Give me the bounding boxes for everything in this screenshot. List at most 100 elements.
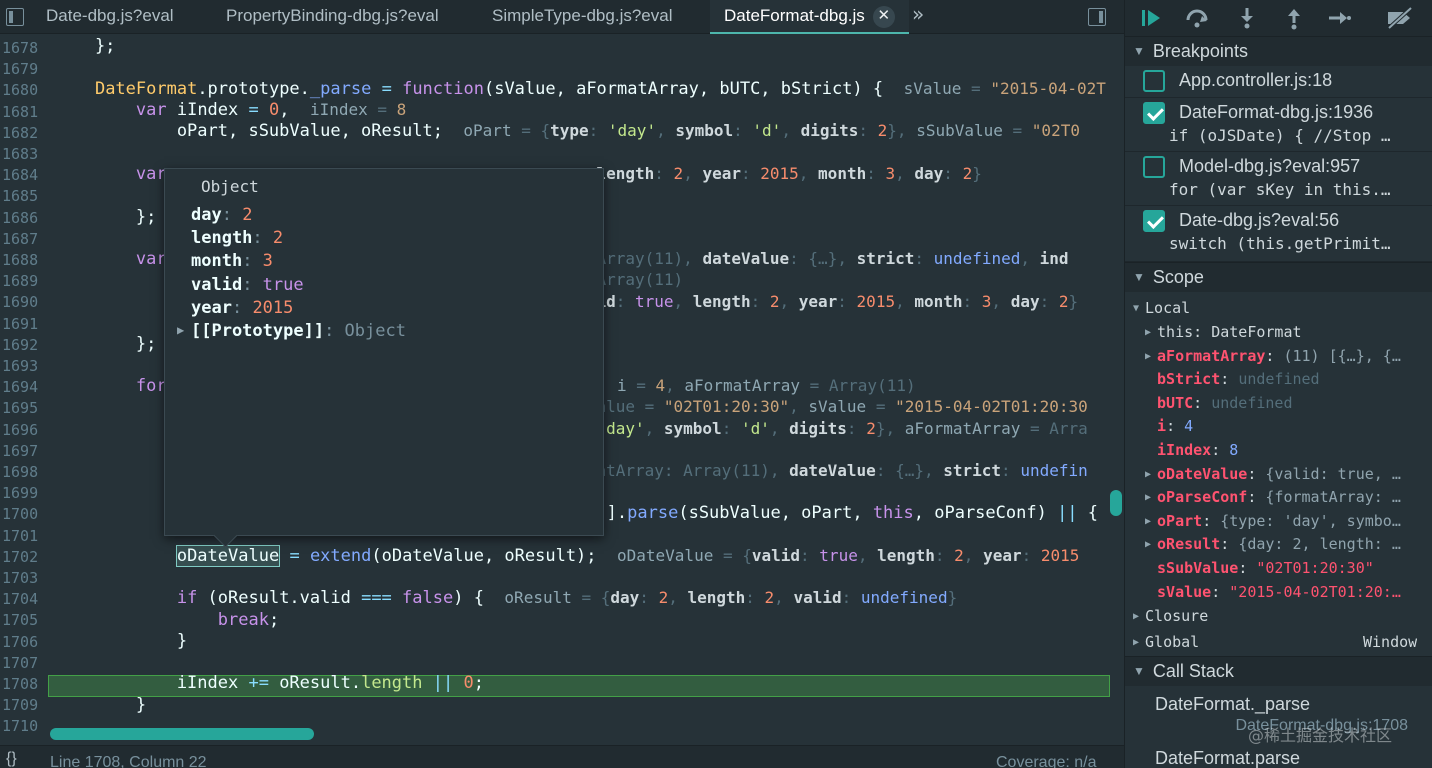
line-number[interactable]: 1705: [2, 611, 46, 629]
scope-variable[interactable]: ▶ oPart: {type: 'day', symbo…: [1145, 512, 1425, 530]
line-number[interactable]: 1701: [2, 527, 46, 545]
scope-variable[interactable]: ▶ aFormatArray: (11) [{…}, {…: [1145, 347, 1425, 365]
line-number[interactable]: 1709: [2, 696, 46, 714]
line-number[interactable]: 1703: [2, 569, 46, 587]
prototype-row[interactable]: [[Prototype]]: Object: [191, 321, 406, 341]
step-over-icon[interactable]: [1185, 6, 1209, 30]
breakpoint-checkbox[interactable]: [1143, 70, 1165, 92]
line-number[interactable]: 1694: [2, 378, 46, 396]
scope-variable-name: sSubValue: [1157, 559, 1239, 577]
hovered-variable[interactable]: oDateValue: [175, 545, 281, 567]
expand-arrow-icon[interactable]: ▶: [177, 323, 184, 337]
line-number[interactable]: 1684: [2, 166, 46, 184]
breakpoint-item[interactable]: App.controller.js:18: [1125, 66, 1432, 98]
scope-variable[interactable]: ▶ this: DateFormat: [1145, 323, 1425, 341]
cursor-position: Line 1708, Column 22: [50, 754, 207, 768]
line-number[interactable]: 1699: [2, 484, 46, 502]
vertical-scrollbar[interactable]: [1110, 490, 1122, 516]
scope-variable-name: bStrict: [1157, 370, 1221, 389]
breakpoint-checkbox[interactable]: [1143, 102, 1165, 124]
breakpoints-header[interactable]: ▼ Breakpoints: [1125, 36, 1432, 66]
variable-preview-popover[interactable]: Object day: 2 length: 2 month: 3 valid: tru…: [164, 168, 604, 536]
close-tab-icon[interactable]: ✕: [872, 6, 895, 28]
scope-variable[interactable]: ▶ oDateValue: {valid: true, …: [1145, 465, 1425, 483]
line-number[interactable]: 1693: [2, 357, 46, 375]
breakpoint-item[interactable]: DateFormat-dbg.js:1936 if (oJSDate) { //…: [1125, 98, 1432, 152]
line-number[interactable]: 1689: [2, 272, 46, 290]
line-number[interactable]: 1680: [2, 81, 46, 99]
breakpoint-location: Date-dbg.js?eval:56: [1179, 210, 1340, 230]
scope-variable[interactable]: ▶i: 4: [1145, 417, 1425, 435]
scope-local-group[interactable]: ▼ Local: [1133, 299, 1190, 317]
scope-variable[interactable]: ▶sValue: "2015-04-02T01:20:…: [1145, 583, 1425, 601]
scope-header[interactable]: ▼ Scope: [1125, 262, 1432, 292]
step-out-icon[interactable]: [1282, 6, 1306, 30]
line-number[interactable]: 1682: [2, 124, 46, 142]
line-number[interactable]: 1707: [2, 654, 46, 672]
breakpoint-checkbox[interactable]: [1143, 156, 1165, 178]
toggle-debugger-icon[interactable]: [1088, 8, 1106, 26]
scope-variable-value: undefined: [1238, 370, 1320, 389]
line-number[interactable]: 1702: [2, 548, 46, 566]
line-number[interactable]: 1681: [2, 103, 46, 121]
line-number[interactable]: 1687: [2, 230, 46, 248]
step-into-icon[interactable]: [1235, 6, 1259, 30]
deactivate-breakpoints-icon[interactable]: [1385, 6, 1413, 30]
scope-variable[interactable]: ▶iIndex: 8: [1145, 441, 1425, 459]
line-number[interactable]: 1695: [2, 399, 46, 417]
code-line: }: [54, 631, 188, 651]
breakpoint-item[interactable]: Model-dbg.js?eval:957 for (var sKey in t…: [1125, 152, 1432, 206]
line-number[interactable]: 1704: [2, 590, 46, 608]
line-number[interactable]: 1686: [2, 209, 46, 227]
breakpoint-checkbox[interactable]: [1143, 210, 1165, 232]
line-number[interactable]: 1698: [2, 463, 46, 481]
collapse-arrow-icon: ▼: [1133, 664, 1145, 678]
scope-variable[interactable]: ▶ oResult: {day: 2, length: …: [1145, 535, 1425, 553]
collapse-arrow-icon: ▼: [1133, 270, 1145, 284]
line-number[interactable]: 1679: [2, 60, 46, 78]
code-line: break;: [217, 610, 280, 630]
call-stack-frame[interactable]: DateFormat.parse: [1155, 748, 1300, 768]
call-stack-frame[interactable]: DateFormat._parse: [1155, 694, 1310, 715]
toggle-navigator-icon[interactable]: [6, 8, 24, 26]
expand-arrow-icon: ▶: [1133, 611, 1140, 622]
step-icon[interactable]: [1327, 6, 1351, 30]
horizontal-scrollbar[interactable]: [50, 728, 314, 740]
section-title: Call Stack: [1152, 661, 1234, 681]
scope-variable-value: DateFormat: [1211, 323, 1302, 341]
scope-variable[interactable]: ▶bUTC: undefined: [1145, 394, 1425, 412]
line-number[interactable]: 1708: [2, 675, 46, 693]
call-stack-header[interactable]: ▼ Call Stack: [1125, 656, 1432, 686]
line-number[interactable]: 1683: [2, 145, 46, 163]
scope-variable[interactable]: ▶sSubValue: "02T01:20:30": [1145, 559, 1425, 577]
line-number[interactable]: 1678: [2, 39, 46, 57]
line-number[interactable]: 1706: [2, 633, 46, 651]
coverage-status: Coverage: n/a: [996, 754, 1097, 768]
code-line: };: [54, 36, 116, 56]
line-number[interactable]: 1692: [2, 336, 46, 354]
line-number[interactable]: 1696: [2, 421, 46, 439]
line-number[interactable]: 1710: [2, 717, 46, 735]
line-number[interactable]: 1690: [2, 293, 46, 311]
scope-variable[interactable]: ▶bStrict: undefined: [1145, 370, 1425, 388]
line-number[interactable]: 1700: [2, 505, 46, 523]
tab-dateformat-dbg[interactable]: DateFormat-dbg.js ✕: [710, 0, 909, 34]
pretty-print-icon[interactable]: {}: [6, 750, 17, 768]
resume-icon[interactable]: [1139, 6, 1163, 30]
tab-date-dbg[interactable]: Date-dbg.js?eval: [32, 0, 188, 34]
line-number[interactable]: 1697: [2, 442, 46, 460]
popover-property: year: 2015: [191, 297, 294, 318]
tab-propertybinding-dbg[interactable]: PropertyBinding-dbg.js?eval: [212, 0, 453, 34]
breakpoint-item[interactable]: Date-dbg.js?eval:56 switch (this.getPrim…: [1125, 206, 1432, 262]
line-number[interactable]: 1691: [2, 315, 46, 333]
breakpoint-snippet: for (var sKey in this.…: [1169, 180, 1391, 199]
scope-closure-group[interactable]: ▶ Closure: [1133, 607, 1208, 625]
scope-variable[interactable]: ▶ oParseConf: {formatArray: …: [1145, 488, 1425, 506]
more-tabs-icon[interactable]: »: [912, 2, 924, 26]
line-number[interactable]: 1685: [2, 187, 46, 205]
breakpoint-location: DateFormat-dbg.js:1936: [1179, 102, 1374, 122]
line-number[interactable]: 1688: [2, 251, 46, 269]
tab-label: DateFormat-dbg.js: [724, 6, 865, 25]
tab-simpletype-dbg[interactable]: SimpleType-dbg.js?eval: [478, 0, 686, 34]
scope-variable-value: undefined: [1211, 393, 1293, 412]
